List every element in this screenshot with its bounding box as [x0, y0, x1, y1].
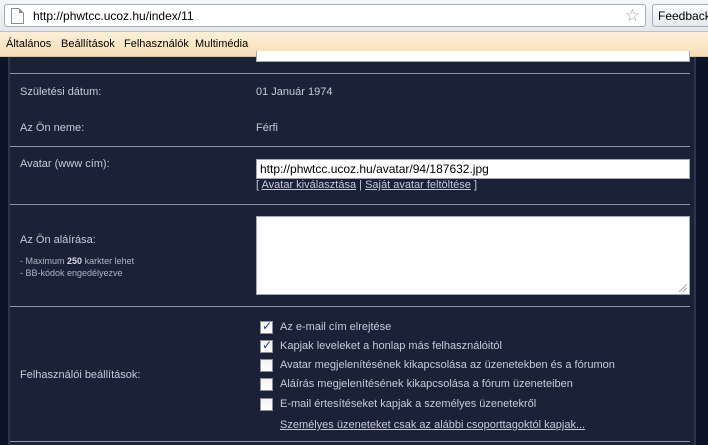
option-label: Az e-mail cím elrejtése — [280, 321, 392, 333]
check-icon: ✓ — [262, 319, 273, 333]
divider — [10, 204, 690, 205]
checkbox[interactable] — [260, 398, 273, 411]
link-separator: | — [359, 179, 363, 191]
signature-hint-bbcode: - BB-kódok engedélyezve — [20, 268, 123, 278]
birth-date-value: 01 Január 1974 — [256, 86, 333, 98]
checkbox[interactable] — [260, 359, 273, 372]
choose-avatar-link[interactable]: Avatar kiválasztása — [262, 179, 357, 191]
signature-label: Az Ön aláírása: — [20, 234, 96, 246]
bookmark-star-icon[interactable]: ☆ — [625, 6, 640, 25]
avatar-label: Avatar (www cím): — [20, 158, 110, 170]
checkbox[interactable] — [260, 378, 273, 391]
menu-item-multimedia[interactable]: Multimédia — [195, 38, 248, 50]
browser-toolbar: http://phwtcc.ucoz.hu/index/11 ☆ Feedbac… — [0, 0, 708, 32]
url-text[interactable]: http://phwtcc.ucoz.hu/index/11 — [33, 9, 194, 23]
checkbox[interactable]: ✓ — [260, 319, 273, 334]
hint-prefix: - Maximum — [20, 256, 65, 266]
address-bar[interactable]: http://phwtcc.ucoz.hu/index/11 ☆ — [4, 4, 646, 27]
bracket-close: ] — [473, 179, 477, 191]
gender-value: Férfi — [256, 122, 278, 134]
resize-grip-icon[interactable] — [679, 284, 687, 292]
previous-field-input[interactable] — [256, 51, 690, 62]
avatar-url-value: http://phwtcc.ucoz.hu/avatar/94/187632.j… — [260, 162, 489, 176]
menu-item-altalanos[interactable]: Általános — [6, 38, 51, 50]
option-label: E-mail értesítéseket kapjak a személyes … — [280, 398, 537, 410]
user-settings-label: Felhasználói beállítások: — [20, 369, 141, 381]
divider — [10, 441, 690, 442]
group-messages-link[interactable]: Személyes üzeneteket csak az alábbi csop… — [280, 419, 585, 431]
menu-item-beallitasok[interactable]: Beállítások — [61, 38, 115, 50]
check-icon: ✓ — [262, 338, 273, 352]
page-icon — [11, 8, 24, 24]
birth-date-label: Születési dátum: — [20, 86, 102, 98]
avatar-links: [ Avatar kiválasztása | Saját avatar fel… — [256, 179, 477, 191]
divider — [10, 73, 690, 74]
signature-hint-max: - Maximum 250 karkter lehet — [20, 255, 134, 267]
menu-item-felhasznalok[interactable]: Felhasználók — [124, 38, 189, 50]
option-label: Avatar megjelenítésének kikapcsolása az … — [280, 359, 615, 371]
avatar-url-input[interactable]: http://phwtcc.ucoz.hu/avatar/94/187632.j… — [256, 159, 690, 179]
option-label: Kapjak leveleket a honlap más felhasznál… — [280, 340, 502, 352]
gender-label: Az Ön neme: — [20, 122, 85, 134]
bracket-open: [ — [256, 179, 260, 191]
divider — [10, 306, 690, 307]
signature-textarea[interactable] — [256, 216, 690, 295]
hint-suffix: karkter lehet — [84, 256, 135, 266]
hint-max-count: 250 — [67, 256, 83, 266]
option-label: Aláírás megjelenítésének kikapcsolása a … — [280, 378, 573, 390]
divider — [10, 146, 690, 147]
feedback-button[interactable]: Feedback — [652, 4, 708, 27]
upload-avatar-link[interactable]: Saját avatar feltöltése — [365, 179, 471, 191]
checkbox[interactable]: ✓ — [260, 338, 273, 353]
